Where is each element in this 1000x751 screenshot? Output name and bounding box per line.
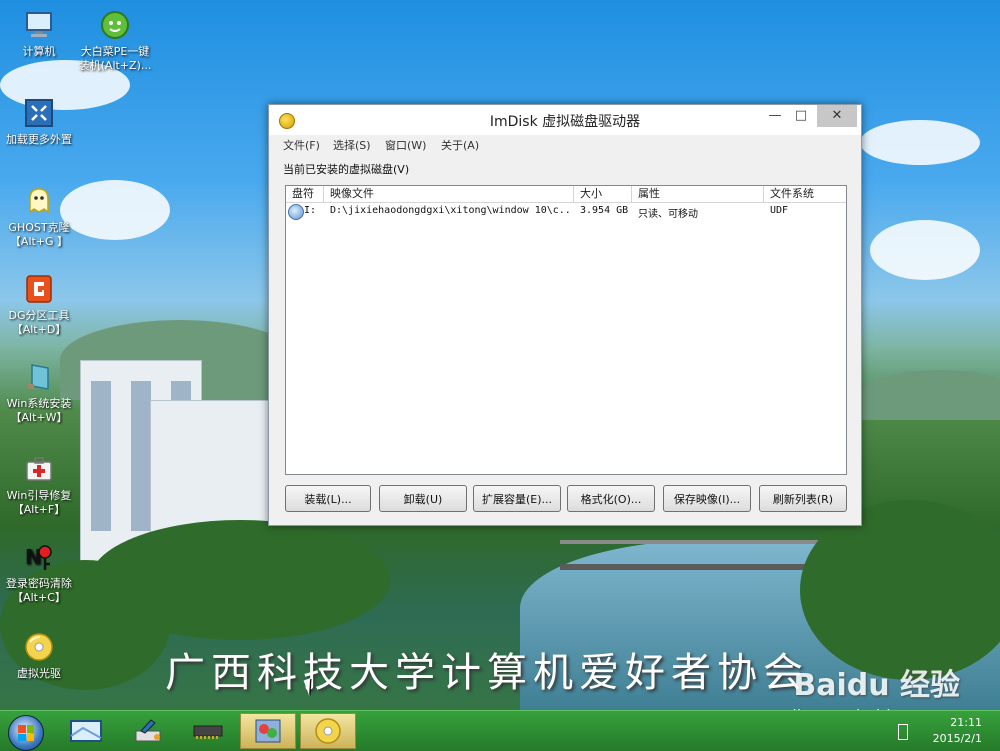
column-header-drive[interactable]: 盘符 <box>286 186 324 202</box>
taskbar-paint[interactable] <box>120 713 176 749</box>
desktop-icon-label: 大白菜PE一键 装机(Alt+Z)... <box>78 45 152 72</box>
baidu-watermark: Baidu 经验 <box>793 668 960 703</box>
desktop-icon-diskgenius[interactable]: DG分区工具 【Alt+D】 <box>2 272 76 337</box>
dabaicai-icon <box>98 8 132 42</box>
taskbar-imdisk[interactable] <box>240 713 296 749</box>
virtual-drive-icon <box>315 718 341 744</box>
virtual-drive-icon <box>22 630 56 664</box>
taskbar-memory[interactable] <box>180 713 236 749</box>
column-header-filesystem[interactable]: 文件系统 <box>764 186 844 202</box>
table-row[interactable]: I: D:\jixiehaodongdgxi\xitong\window 10\… <box>286 203 846 221</box>
cell-drive: I: <box>304 205 317 216</box>
unmount-button[interactable]: 卸载(U) <box>379 485 467 512</box>
ram-icon <box>193 725 223 739</box>
list-header: 盘符 映像文件 大小 属性 文件系统 <box>286 186 846 203</box>
desktop-icon-label: GHOST克隆 【Alt+G 】 <box>8 221 70 248</box>
desktop-icon-password-clear[interactable]: N 登录密码清除 【Alt+C】 <box>2 540 76 605</box>
extend-size-button[interactable]: 扩展容量(E)... <box>473 485 561 512</box>
boot-repair-icon <box>22 452 56 486</box>
column-header-attributes[interactable]: 属性 <box>632 186 764 202</box>
minimize-button[interactable]: — <box>761 105 789 127</box>
desktop-icon-virtual-drive[interactable]: 虚拟光驱 <box>2 630 76 681</box>
taskbar-explorer[interactable] <box>58 713 114 749</box>
refresh-list-button[interactable]: 刷新列表(R) <box>759 485 847 512</box>
cloud <box>860 120 980 165</box>
column-header-image-file[interactable]: 映像文件 <box>324 186 574 202</box>
close-button[interactable]: ✕ <box>817 105 857 127</box>
desktop-icon-load-external[interactable]: 加载更多外置 <box>2 96 76 147</box>
virtual-disk-list[interactable]: 盘符 映像文件 大小 属性 文件系统 I: D:\jixiehaodongdgx… <box>285 185 847 475</box>
computer-icon <box>22 8 56 42</box>
start-button[interactable] <box>8 715 44 751</box>
desktop-icon-computer[interactable]: 计算机 <box>2 8 76 59</box>
desktop-icon-dabaicai[interactable]: 大白菜PE一键 装机(Alt+Z)... <box>78 8 152 73</box>
desktop-icon-label: 计算机 <box>22 45 56 58</box>
column-header-size[interactable]: 大小 <box>574 186 632 202</box>
menu-select[interactable]: 选择(S) <box>333 137 371 153</box>
virtual-disk-icon <box>288 204 304 220</box>
maximize-button[interactable]: □ <box>787 105 815 127</box>
system-clock[interactable]: 21:11 2015/2/1 <box>933 715 982 747</box>
clock-date: 2015/2/1 <box>932 732 982 745</box>
diskgenius-icon <box>22 272 56 306</box>
imdisk-icon <box>255 719 281 743</box>
desktop-icon-win-install[interactable]: Win系统安装 【Alt+W】 <box>2 360 76 425</box>
desktop-icon-boot-repair[interactable]: Win引导修复 【Alt+F】 <box>2 452 76 517</box>
menu-file[interactable]: 文件(F) <box>283 137 320 153</box>
load-external-icon <box>22 96 56 130</box>
explorer-icon <box>70 720 102 742</box>
menu-bar: 文件(F) 选择(S) 窗口(W) 关于(A) <box>269 135 861 155</box>
paint-icon <box>135 719 161 742</box>
desktop-icon-ghost[interactable]: GHOST克隆 【Alt+G 】 <box>2 184 76 249</box>
save-image-button[interactable]: 保存映像(I)... <box>663 485 751 512</box>
mount-button[interactable]: 装载(L)... <box>285 485 371 512</box>
desktop-icon-label: DG分区工具 【Alt+D】 <box>8 309 70 336</box>
cloud <box>60 180 170 240</box>
desktop-icon-label: 加载更多外置 <box>6 133 72 146</box>
menu-about[interactable]: 关于(A) <box>441 137 479 153</box>
desktop-icon-label: 虚拟光驱 <box>17 667 61 680</box>
clock-time: 21:11 <box>950 716 982 729</box>
mountain <box>860 370 1000 420</box>
win-install-icon <box>22 360 56 394</box>
cloud <box>870 220 980 280</box>
imdisk-window: ImDisk 虚拟磁盘驱动器 — □ ✕ 文件(F) 选择(S) 窗口(W) 关… <box>268 104 862 526</box>
taskbar: 21:11 2015/2/1 <box>0 710 1000 751</box>
format-button[interactable]: 格式化(O)... <box>567 485 655 512</box>
installed-disks-label: 当前已安装的虚拟磁盘(V) <box>283 163 410 176</box>
windows-logo-icon <box>18 725 34 741</box>
menu-window[interactable]: 窗口(W) <box>385 137 426 153</box>
battery-icon[interactable] <box>898 724 908 740</box>
action-buttons: 装载(L)... 卸载(U) 扩展容量(E)... 格式化(O)... 保存映像… <box>285 485 847 513</box>
title-bar[interactable]: ImDisk 虚拟磁盘驱动器 — □ ✕ <box>269 105 861 135</box>
cell-attributes: 只读、可移动 <box>638 209 698 220</box>
password-clear-icon: N <box>22 540 56 574</box>
cell-image-file: D:\jixiehaodongdgxi\xitong\window 10\c..… <box>330 205 570 216</box>
desktop-icon-label: 登录密码清除 【Alt+C】 <box>6 577 72 604</box>
desktop-icon-label: Win引导修复 【Alt+F】 <box>6 489 72 516</box>
desktop-icon-label: Win系统安装 【Alt+W】 <box>6 397 72 424</box>
taskbar-virtual-drive[interactable] <box>300 713 356 749</box>
cell-size: 3.954 GB <box>580 205 629 216</box>
cell-filesystem: UDF <box>770 205 789 216</box>
ghost-icon <box>22 184 56 218</box>
